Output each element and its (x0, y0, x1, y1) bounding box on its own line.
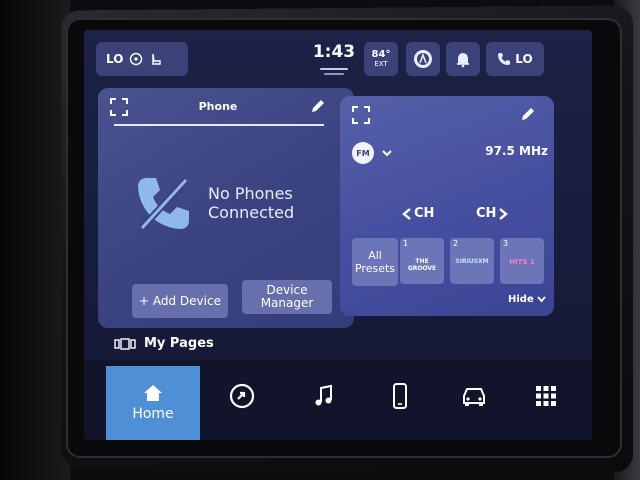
heated-seat-icon (152, 53, 162, 65)
expand-icon[interactable] (110, 98, 128, 116)
infotainment-screen: LO 1:43 84° EXT LO Phone No Phones Conne… (84, 30, 592, 440)
add-device-button[interactable]: + Add Device (132, 284, 228, 318)
nav-vehicle-button[interactable] (454, 376, 494, 416)
channel-prev-label: CH (414, 206, 435, 221)
nav-phone-button[interactable] (380, 376, 420, 416)
home-icon (144, 385, 162, 401)
outside-temperature-button[interactable]: 84° EXT (364, 42, 398, 76)
status-bar: LO 1:43 84° EXT LO (84, 30, 592, 82)
no-phones-message: No Phones Connected (208, 184, 338, 222)
climate-shortcut-button[interactable]: LO (96, 42, 188, 76)
music-icon (315, 384, 332, 406)
alexa-button[interactable] (406, 42, 440, 76)
edit-pencil-icon[interactable] (520, 106, 536, 122)
call-level-label: LO (515, 52, 533, 66)
clock-indicator-line (320, 68, 348, 70)
preset-logo: SIRIUSXM (455, 258, 489, 265)
preset-logo: THE GROOVE (407, 258, 437, 272)
band-selector[interactable]: FM (352, 142, 374, 164)
device-manager-line-2: Manager (260, 296, 314, 310)
phone-card[interactable]: Phone No Phones Connected + Add Device D… (98, 88, 354, 328)
nav-all-apps-button[interactable] (526, 376, 566, 416)
edit-pencil-icon[interactable] (310, 98, 326, 114)
no-phone-icon (138, 177, 189, 231)
radio-card[interactable]: FM 97.5 MHz CH CH All Presets 1 THE GROO… (340, 96, 554, 316)
phone-icon (393, 383, 407, 409)
call-button[interactable]: LO (486, 42, 544, 76)
channel-next-label: CH (476, 206, 497, 221)
hide-label: Hide (508, 294, 534, 305)
heated-steering-icon (130, 52, 143, 66)
preset-number: 1 (403, 239, 409, 248)
no-phones-line-1: No Phones (208, 184, 293, 203)
pages-icon (114, 337, 136, 350)
all-presets-line-2: Presets (354, 262, 396, 275)
all-presets-button[interactable]: All Presets (352, 238, 398, 286)
phone-title-divider (114, 124, 324, 126)
nav-apps-button[interactable] (222, 376, 262, 416)
radio-frequency: 97.5 MHz (485, 144, 548, 158)
preset-logo: HITS 1 (509, 258, 535, 266)
hide-presets-button[interactable]: Hide (508, 294, 546, 305)
apps-icon (229, 383, 255, 409)
my-pages-link[interactable]: My Pages (114, 336, 214, 351)
channel-prev-button[interactable]: CH (402, 206, 434, 221)
bell-icon (457, 53, 469, 68)
grid-icon (536, 386, 556, 406)
preset-2-button[interactable]: 2 SIRIUSXM (450, 238, 494, 284)
temperature-label: EXT (374, 59, 388, 68)
chevron-left-icon (402, 207, 411, 220)
no-phones-line-2: Connected (208, 203, 295, 223)
preset-3-button[interactable]: 3 HITS 1 (500, 238, 544, 284)
preset-number: 3 (503, 239, 509, 248)
channel-next-button[interactable]: CH (476, 206, 509, 221)
alexa-icon (414, 50, 432, 68)
expand-icon[interactable] (352, 106, 370, 124)
notifications-button[interactable] (446, 42, 480, 76)
preset-number: 2 (453, 239, 459, 248)
preset-1-button[interactable]: 1 THE GROOVE (400, 238, 444, 284)
temperature-value: 84° (371, 49, 391, 61)
phone-card-title: Phone (198, 100, 238, 113)
device-manager-button[interactable]: Device Manager (242, 280, 332, 314)
chevron-down-icon (537, 296, 546, 303)
nav-home-label: Home (132, 406, 174, 422)
chevron-down-icon[interactable] (382, 148, 392, 158)
all-presets-line-1: All (368, 248, 382, 262)
dashboard-left-trim (0, 0, 70, 480)
my-pages-label: My Pages (144, 336, 214, 351)
phone-handset-icon (498, 53, 511, 65)
clock: 1:43 (312, 42, 356, 62)
bottom-nav-bar: Home (84, 360, 592, 440)
nav-media-button[interactable] (304, 376, 344, 416)
clock-indicator-line-secondary (324, 73, 344, 75)
climate-level-label: LO (106, 52, 124, 66)
nav-home-button[interactable]: Home (106, 366, 200, 440)
chevron-right-icon (499, 207, 509, 220)
vehicle-icon (463, 388, 485, 406)
